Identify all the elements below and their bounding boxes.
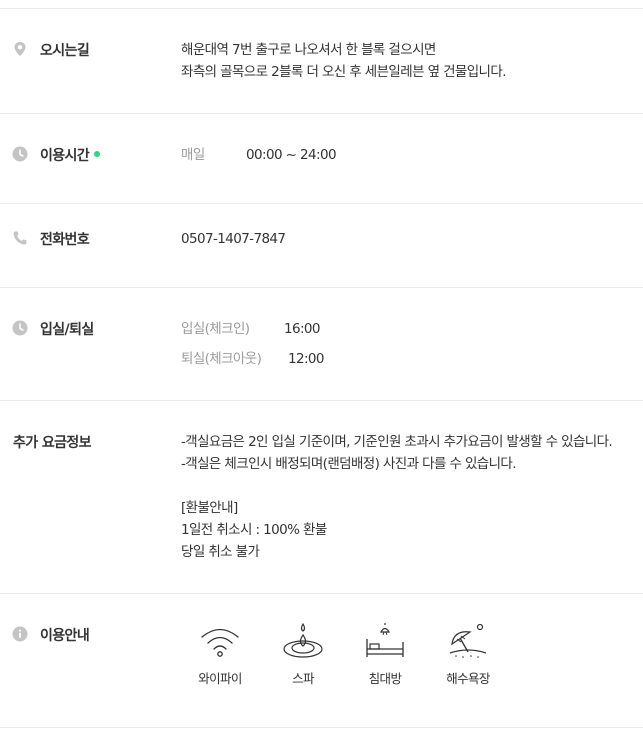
open-status-dot	[94, 151, 101, 157]
fees-label: 추가 요금정보	[13, 435, 92, 451]
divider	[0, 727, 643, 728]
amenity-label: 침대방	[368, 671, 402, 686]
checkout-row: 퇴실(체크아웃) 12:00	[181, 348, 325, 370]
divider	[0, 287, 643, 288]
divider	[0, 113, 643, 114]
checkin-out-label: 퇴실(체크아웃)	[181, 351, 262, 367]
clock-icon	[12, 320, 28, 336]
hours-value: 매일 00:00 ~ 24:00	[181, 144, 337, 166]
directions-line: 좌측의 골목으로 2블록 더 오신 후 세븐일레븐 옆 건물입니다.	[181, 64, 506, 80]
amenities-label: 이용안내	[40, 628, 90, 644]
place-info-panel: 오시는길 해운대역 7번 출구로 나오셔서 한 블록 걸으시면 좌측의 골목으로…	[0, 0, 643, 738]
divider	[0, 203, 643, 204]
checkin-row: 입실(체크인) 16:00	[181, 318, 324, 340]
fees-line: 당일 취소 불가	[181, 544, 260, 560]
phone-number[interactable]: 0507-1407-7847	[181, 228, 286, 250]
amenity-bed: 침대방	[340, 622, 430, 687]
amenity-label: 와이파이	[198, 671, 242, 686]
hours-time: 00:00 ~ 24:00	[246, 147, 337, 163]
phone-label: 전화번호	[40, 232, 90, 248]
amenity-beach: 해수욕장	[423, 622, 513, 687]
location-pin-icon	[14, 42, 26, 56]
directions-line: 해운대역 7번 출구로 나오셔서 한 블록 걸으시면	[181, 42, 436, 58]
divider	[0, 593, 643, 594]
hours-label: 이용시간	[40, 145, 101, 165]
fees-line: -객실요금은 2인 입실 기준이며, 기준인원 초과시 추가요금이 발생할 수 …	[181, 434, 613, 450]
divider	[0, 8, 643, 9]
clock-icon	[12, 146, 28, 162]
amenity-label: 스파	[292, 671, 314, 686]
wifi-icon	[201, 628, 239, 657]
location-directions: 해운대역 7번 출구로 나오셔서 한 블록 걸으시면 좌측의 골목으로 2블록 …	[181, 39, 506, 83]
fees-line: 1일전 취소시 : 100% 환불	[181, 522, 327, 538]
bed-icon	[366, 623, 404, 657]
amenity-spa: 스파	[258, 622, 348, 687]
checkin-in-label: 입실(체크인)	[181, 321, 250, 337]
amenity-wifi: 와이파이	[175, 622, 265, 687]
hours-label-text: 이용시간	[40, 148, 90, 164]
fees-line: [환불안내]	[181, 500, 238, 516]
checkin-values: 입실(체크인) 16:00 퇴실(체크아웃) 12:00	[181, 318, 325, 370]
checkin-in-time: 16:00	[284, 321, 321, 337]
fees-line: -객실은 체크인시 배정되며(랜덤배정) 사진과 다를 수 있습니다.	[181, 456, 517, 472]
amenity-label: 해수욕장	[446, 671, 490, 686]
hours-day: 매일	[181, 147, 205, 163]
location-label: 오시는길	[40, 43, 90, 59]
phone-icon	[13, 231, 27, 245]
checkin-out-time: 12:00	[288, 351, 325, 367]
beach-icon	[449, 623, 487, 658]
spa-icon	[283, 622, 323, 658]
checkin-label: 입실/퇴실	[40, 322, 94, 338]
fees-text: -객실요금은 2인 입실 기준이며, 기준인원 초과시 추가요금이 발생할 수 …	[181, 431, 613, 563]
fees-line	[181, 475, 612, 497]
info-icon	[12, 626, 28, 642]
divider	[0, 400, 643, 401]
